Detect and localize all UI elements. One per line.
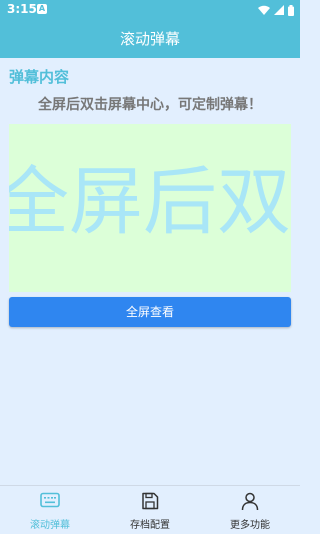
signal-icon — [274, 5, 284, 15]
save-icon — [142, 492, 159, 510]
nav-item-save-config[interactable]: 存档配置 — [100, 486, 200, 534]
status-bar: 3:15 A — [0, 0, 300, 20]
keyboard-icon — [40, 492, 60, 508]
bottom-navigation: 滚动弹幕 存档配置 更多功能 — [0, 485, 300, 534]
fullscreen-view-button[interactable]: 全屏查看 — [9, 297, 291, 327]
nav-label-save-config: 存档配置 — [130, 520, 170, 531]
danmaku-preview[interactable]: 全屏后双击屏幕中心，可定制弹幕！ — [9, 124, 291, 292]
battery-icon — [288, 4, 294, 16]
hint-text: 全屏后双击屏幕中心，可定制弹幕！ — [38, 97, 262, 113]
nav-label-more: 更多功能 — [230, 520, 270, 531]
notification-icon: A — [37, 4, 47, 14]
app-bar-title: 滚动弹幕 — [0, 20, 300, 58]
nav-item-more[interactable]: 更多功能 — [200, 486, 300, 534]
preview-scrolling-text: 全屏后双击屏幕中心，可定制弹幕！ — [9, 159, 291, 245]
nav-item-scroll-danmaku[interactable]: 滚动弹幕 — [0, 486, 100, 534]
status-time: 3:15 — [7, 2, 37, 16]
section-title: 弹幕内容 — [9, 68, 70, 86]
wifi-icon — [258, 5, 270, 15]
system-icons — [258, 4, 294, 16]
nav-label-scroll-danmaku: 滚动弹幕 — [30, 520, 70, 531]
person-icon — [241, 492, 259, 511]
